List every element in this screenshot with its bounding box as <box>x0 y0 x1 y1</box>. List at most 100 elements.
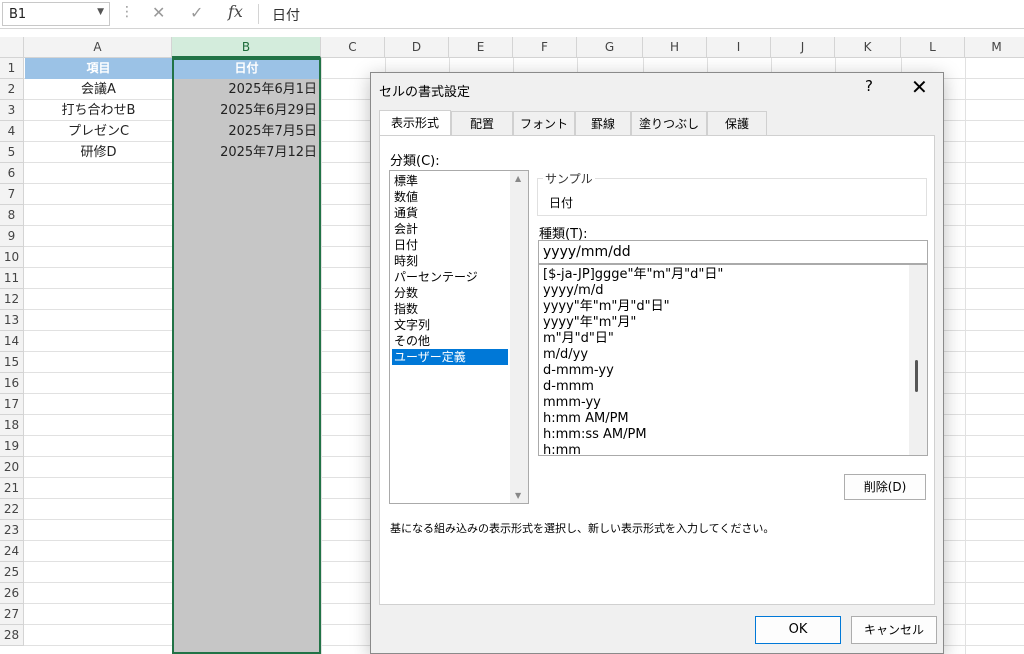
format-item[interactable]: d-mmm <box>543 379 594 395</box>
scrollbar-thumb[interactable] <box>915 360 918 392</box>
column-header-j[interactable]: J <box>771 37 835 58</box>
row-header[interactable]: 19 <box>0 436 24 457</box>
row-header[interactable]: 10 <box>0 247 24 268</box>
row-header[interactable]: 14 <box>0 331 24 352</box>
column-header-b[interactable]: B <box>172 37 321 58</box>
format-scrollbar[interactable] <box>909 265 927 455</box>
type-input[interactable]: yyyy/mm/dd <box>538 240 928 264</box>
format-item[interactable]: m/d/yy <box>543 347 588 363</box>
row-header[interactable]: 26 <box>0 583 24 604</box>
help-icon[interactable]: ? <box>865 77 873 95</box>
format-item[interactable]: h:mm AM/PM <box>543 411 629 427</box>
row-header[interactable]: 13 <box>0 310 24 331</box>
row-header[interactable]: 22 <box>0 499 24 520</box>
column-header-k[interactable]: K <box>835 37 901 58</box>
cancel-entry-icon[interactable]: ✕ <box>152 3 165 22</box>
tab-border[interactable]: 罫線 <box>575 111 631 135</box>
cell-a1[interactable]: 項目 <box>25 58 172 79</box>
scroll-up-icon[interactable]: ▲ <box>515 174 521 183</box>
format-item[interactable]: h:mm:ss AM/PM <box>543 427 647 443</box>
category-label: 分類(C): <box>390 154 440 169</box>
column-header-f[interactable]: F <box>513 37 577 58</box>
category-item[interactable]: 数値 <box>392 189 508 205</box>
cancel-button[interactable]: キャンセル <box>851 616 937 644</box>
row-header[interactable]: 16 <box>0 373 24 394</box>
column-header-l[interactable]: L <box>901 37 965 58</box>
category-item[interactable]: 指数 <box>392 301 508 317</box>
cell-a2[interactable]: 会議A <box>25 79 172 100</box>
row-header[interactable]: 9 <box>0 226 24 247</box>
format-item[interactable]: h:mm <box>543 443 581 455</box>
category-item[interactable]: 標準 <box>392 173 508 189</box>
row-header[interactable]: 1 <box>0 58 24 79</box>
row-header[interactable]: 2 <box>0 79 24 100</box>
row-header[interactable]: 12 <box>0 289 24 310</box>
category-list[interactable]: 標準 数値 通貨 会計 日付 時刻 パーセンテージ 分数 指数 文字列 その他 … <box>389 170 529 504</box>
format-item[interactable]: yyyy"年"m"月"d"日" <box>543 299 670 315</box>
cell-a3[interactable]: 打ち合わせB <box>25 100 172 121</box>
format-list[interactable]: [$-ja-JP]ggge"年"m"月"d"日" yyyy/m/d yyyy"年… <box>538 264 928 456</box>
row-header[interactable]: 15 <box>0 352 24 373</box>
insert-function-icon[interactable]: fx <box>228 2 243 21</box>
row-header[interactable]: 24 <box>0 541 24 562</box>
tab-alignment[interactable]: 配置 <box>451 111 513 135</box>
category-item[interactable]: 時刻 <box>392 253 508 269</box>
scroll-down-icon[interactable]: ▼ <box>515 491 521 500</box>
sample-label: サンプル <box>543 170 595 187</box>
column-header-d[interactable]: D <box>385 37 449 58</box>
row-header[interactable]: 3 <box>0 100 24 121</box>
column-header-a[interactable]: A <box>24 37 172 58</box>
format-item[interactable]: yyyy"年"m"月" <box>543 315 636 331</box>
row-header[interactable]: 17 <box>0 394 24 415</box>
cell-a5[interactable]: 研修D <box>25 142 172 163</box>
tab-fill[interactable]: 塗りつぶし <box>631 111 707 135</box>
column-header-e[interactable]: E <box>449 37 513 58</box>
column-header-g[interactable]: G <box>577 37 643 58</box>
row-header[interactable]: 21 <box>0 478 24 499</box>
format-item[interactable]: yyyy/m/d <box>543 283 603 299</box>
category-item[interactable]: パーセンテージ <box>392 269 508 285</box>
row-header[interactable]: 8 <box>0 205 24 226</box>
tab-protection[interactable]: 保護 <box>707 111 767 135</box>
row-header[interactable]: 27 <box>0 604 24 625</box>
cell-a4[interactable]: プレゼンC <box>25 121 172 142</box>
row-header[interactable]: 18 <box>0 415 24 436</box>
category-item[interactable]: 文字列 <box>392 317 508 333</box>
category-item[interactable]: 日付 <box>392 237 508 253</box>
column-header-i[interactable]: I <box>707 37 771 58</box>
column-header-h[interactable]: H <box>643 37 707 58</box>
row-header[interactable]: 4 <box>0 121 24 142</box>
description-text: 基になる組み込みの表示形式を選択し、新しい表示形式を入力してください。 <box>390 522 775 535</box>
delete-button[interactable]: 削除(D) <box>844 474 926 500</box>
row-header[interactable]: 11 <box>0 268 24 289</box>
category-item[interactable]: 通貨 <box>392 205 508 221</box>
category-item[interactable]: その他 <box>392 333 508 349</box>
tab-font[interactable]: フォント <box>513 111 575 135</box>
category-item[interactable]: 分数 <box>392 285 508 301</box>
format-item[interactable]: d-mmm-yy <box>543 363 614 379</box>
row-header[interactable]: 25 <box>0 562 24 583</box>
more-options-icon[interactable]: ⋮ <box>120 4 134 20</box>
format-item[interactable]: mmm-yy <box>543 395 601 411</box>
format-item[interactable]: m"月"d"日" <box>543 331 614 347</box>
tab-number[interactable]: 表示形式 <box>379 110 451 136</box>
confirm-entry-icon[interactable]: ✓ <box>190 3 203 22</box>
row-header[interactable]: 7 <box>0 184 24 205</box>
row-header[interactable]: 5 <box>0 142 24 163</box>
category-item-selected[interactable]: ユーザー定義 <box>392 349 508 365</box>
format-item[interactable]: [$-ja-JP]ggge"年"m"月"d"日" <box>543 267 723 283</box>
column-header-c[interactable]: C <box>321 37 385 58</box>
formula-input[interactable]: 日付 <box>272 5 300 25</box>
row-header[interactable]: 6 <box>0 163 24 184</box>
select-all-corner[interactable] <box>0 37 24 58</box>
row-header[interactable]: 20 <box>0 457 24 478</box>
category-scrollbar[interactable]: ▲ ▼ <box>510 171 528 503</box>
ok-button[interactable]: OK <box>755 616 841 644</box>
row-header[interactable]: 28 <box>0 625 24 646</box>
name-box[interactable]: B1 ▼ <box>2 2 110 26</box>
column-header-m[interactable]: M <box>965 37 1024 58</box>
category-item[interactable]: 会計 <box>392 221 508 237</box>
close-icon[interactable]: ✕ <box>911 75 928 99</box>
name-box-dropdown-icon[interactable]: ▼ <box>97 7 104 17</box>
row-header[interactable]: 23 <box>0 520 24 541</box>
